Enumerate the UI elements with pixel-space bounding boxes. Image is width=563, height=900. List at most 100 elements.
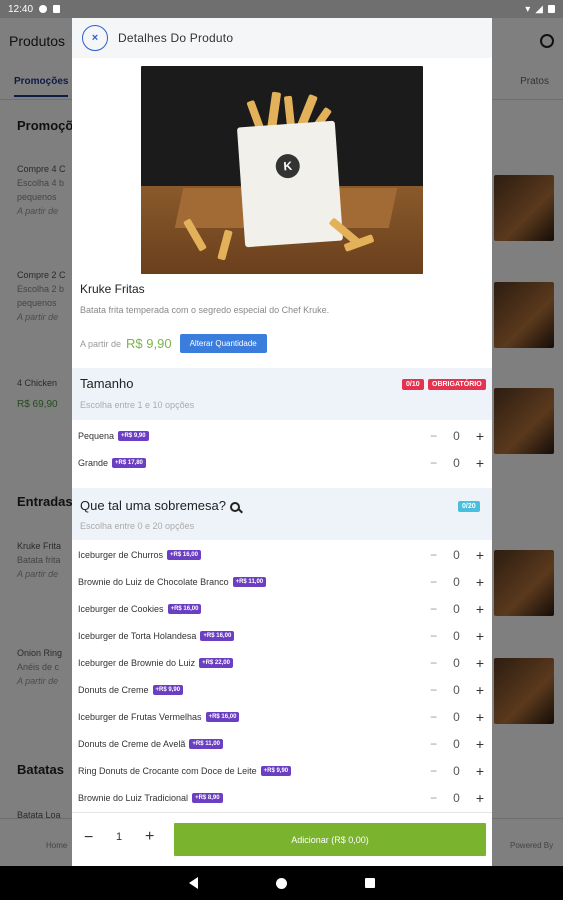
signal-icon: ◢ <box>535 3 543 15</box>
option-row[interactable]: Donuts de Creme +R$ 9,90 − 0 + <box>72 676 492 703</box>
quantity-stepper: − 0 + <box>430 655 484 671</box>
decrease-option-button[interactable]: − <box>430 737 437 751</box>
option-price-badge: +R$ 11,00 <box>232 576 267 587</box>
increase-option-button[interactable]: + <box>476 547 484 563</box>
modal-header: × Detalhes Do Produto <box>72 18 492 58</box>
option-quantity: 0 <box>453 455 460 470</box>
option-quantity: 0 <box>453 574 460 589</box>
increase-option-button[interactable]: + <box>476 455 484 471</box>
option-quantity: 0 <box>453 736 460 751</box>
system-nav-bar <box>0 866 563 900</box>
option-name: Pequena <box>78 430 115 441</box>
product-price: R$ 9,90 <box>126 336 172 351</box>
decrease-option-button[interactable]: − <box>430 548 437 562</box>
option-name: Iceburger de Churros <box>78 549 164 560</box>
quantity-stepper: − 0 + <box>430 601 484 617</box>
recent-apps-icon[interactable] <box>364 878 375 888</box>
product-details-modal: × Detalhes Do Produto K Kruke Fritas Bat… <box>72 18 492 866</box>
status-time: 12:40 <box>8 3 34 15</box>
decrease-option-button[interactable]: − <box>430 456 437 470</box>
decrease-quantity-button[interactable]: − <box>84 829 93 847</box>
quantity-stepper: − 0 + <box>430 709 484 725</box>
increase-option-button[interactable]: + <box>476 574 484 590</box>
add-to-cart-button[interactable]: Adicionar (R$ 0,00) <box>174 823 486 856</box>
option-quantity: 0 <box>453 655 460 670</box>
group-subtitle: Escolha entre 1 e 10 opções <box>80 400 195 410</box>
option-row[interactable]: Iceburger de Cookies +R$ 16,00 − 0 + <box>72 595 492 622</box>
option-price-badge: +R$ 16,00 <box>167 549 201 560</box>
back-icon[interactable] <box>188 877 198 889</box>
price-prefix: A partir de <box>80 338 122 349</box>
option-row[interactable]: Iceburger de Churros +R$ 16,00 − 0 + <box>72 541 492 568</box>
option-name: Donuts de Creme <box>78 684 149 695</box>
selection-count-badge: 0/10 <box>402 379 424 390</box>
option-name: Iceburger de Frutas Vermelhas <box>78 711 202 722</box>
modal-title: Detalhes Do Produto <box>118 31 234 45</box>
decrease-option-button[interactable]: − <box>430 710 437 724</box>
price-row: A partir de R$ 9,90 Alterar Quantidade <box>80 334 267 353</box>
selection-count-badge: 0/20 <box>458 501 480 512</box>
option-group-header: Tamanho Escolha entre 1 e 10 opções 0/10… <box>72 368 492 420</box>
option-quantity: 0 <box>453 628 460 643</box>
option-quantity: 0 <box>453 790 460 805</box>
increase-option-button[interactable]: + <box>476 628 484 644</box>
decrease-option-button[interactable]: − <box>430 764 437 778</box>
increase-option-button[interactable]: + <box>476 709 484 725</box>
option-price-badge: +R$ 16,00 <box>167 603 202 614</box>
group-subtitle: Escolha entre 0 e 20 opções <box>80 521 195 531</box>
option-row[interactable]: Ring Donuts de Crocante com Doce de Leit… <box>72 757 492 784</box>
option-name: Iceburger de Brownie do Luiz <box>78 657 196 668</box>
product-image: K <box>141 66 423 274</box>
option-row[interactable]: Donuts de Creme de Avelã +R$ 11,00 − 0 + <box>72 730 492 757</box>
option-name: Iceburger de Cookies <box>78 603 164 614</box>
quantity-stepper: − 0 + <box>430 790 484 806</box>
option-row[interactable]: Brownie do Luiz de Chocolate Branco +R$ 1… <box>72 568 492 595</box>
decrease-option-button[interactable]: − <box>430 629 437 643</box>
option-price-badge: +R$ 9,90 <box>118 430 149 441</box>
search-icon <box>229 501 240 512</box>
decrease-option-button[interactable]: − <box>430 656 437 670</box>
quantity-stepper: − 0 + <box>430 574 484 590</box>
option-name: Brownie do Luiz de Chocolate Branco <box>78 576 229 587</box>
option-name: Donuts de Creme de Avelã <box>78 738 186 749</box>
change-quantity-button[interactable]: Alterar Quantidade <box>179 334 267 353</box>
increase-option-button[interactable]: + <box>476 655 484 671</box>
notification-icon <box>39 5 48 13</box>
close-button[interactable]: × <box>82 25 108 51</box>
option-row[interactable]: Grande +R$ 17,80 − 0 + <box>72 449 492 476</box>
quantity-stepper: − 0 + <box>430 455 484 471</box>
option-row[interactable]: Iceburger de Torta Holandesa +R$ 16,00 − 0 + <box>72 622 492 649</box>
product-description: Batata frita temperada com o segredo esp… <box>80 305 330 315</box>
decrease-option-button[interactable]: − <box>430 575 437 589</box>
option-row[interactable]: Iceburger de Frutas Vermelhas +R$ 16,00 − 0… <box>72 703 492 730</box>
quantity-stepper: − 0 + <box>430 547 484 563</box>
increase-option-button[interactable]: + <box>476 736 484 752</box>
increase-option-button[interactable]: + <box>476 428 484 444</box>
option-quantity: 0 <box>453 763 460 778</box>
fries-bag: K <box>236 120 344 248</box>
required-badge: OBRIGATÓRIO <box>428 379 486 390</box>
option-row[interactable]: Iceburger de Brownie do Luiz +R$ 22,00 − 0 + <box>72 649 492 676</box>
increase-option-button[interactable]: + <box>476 601 484 617</box>
option-price-badge: +R$ 8,90 <box>192 792 223 803</box>
home-icon[interactable] <box>275 877 287 889</box>
group-title: Tamanho <box>80 376 134 391</box>
option-price-badge: +R$ 11,00 <box>189 738 223 749</box>
quantity-stepper: − 0 + <box>430 428 484 444</box>
option-price-badge: +R$ 17,80 <box>112 457 146 468</box>
increase-option-button[interactable]: + <box>476 790 484 806</box>
decrease-option-button[interactable]: − <box>430 602 437 616</box>
decrease-option-button[interactable]: − <box>430 791 437 805</box>
product-name: Kruke Fritas <box>80 282 145 296</box>
decrease-option-button[interactable]: − <box>430 429 437 443</box>
brand-logo-icon: K <box>274 153 301 179</box>
option-row[interactable]: Brownie do Luiz Tradicional +R$ 8,90 − 0 + <box>72 784 492 811</box>
increase-quantity-button[interactable]: + <box>145 828 154 846</box>
option-quantity: 0 <box>453 682 460 697</box>
increase-option-button[interactable]: + <box>476 682 484 698</box>
option-row[interactable]: Pequena +R$ 9,90 − 0 + <box>72 422 492 449</box>
decrease-option-button[interactable]: − <box>430 683 437 697</box>
option-quantity: 0 <box>453 601 460 616</box>
increase-option-button[interactable]: + <box>476 763 484 779</box>
option-price-badge: +R$ 22,00 <box>199 657 233 668</box>
